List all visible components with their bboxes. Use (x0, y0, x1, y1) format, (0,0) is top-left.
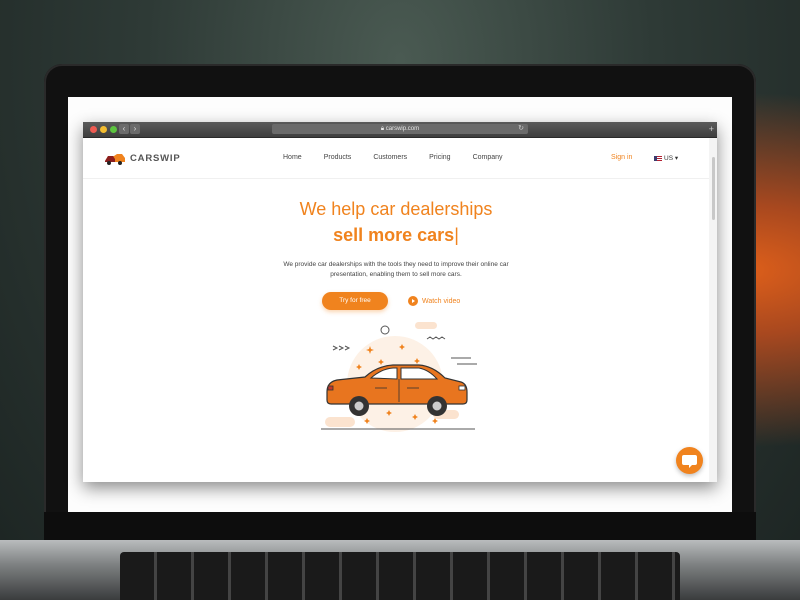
nav-company[interactable]: Company (473, 154, 503, 161)
hero-headline-line1: We help car dealerships (299, 199, 493, 219)
locale-label: US (664, 155, 674, 162)
chevron-right-icon[interactable]: › (130, 124, 140, 134)
chevron-left-icon[interactable]: ‹ (119, 124, 129, 134)
play-icon (408, 296, 418, 306)
nav-products[interactable]: Products (324, 154, 352, 161)
sign-in-link[interactable]: Sign in (611, 154, 632, 161)
typing-cursor: | (454, 225, 459, 245)
hero-headline-emphasis: sell more cars (333, 225, 455, 245)
locale-selector[interactable]: US ▾ (654, 154, 678, 162)
nav-customers[interactable]: Customers (373, 154, 407, 161)
watch-video-label: Watch video (422, 297, 461, 305)
browser-titlebar: ‹ › 🔒︎ carswip.com ↻ + (83, 122, 717, 138)
address-bar[interactable]: 🔒︎ carswip.com ↻ (272, 124, 528, 134)
browser-window: ‹ › 🔒︎ carswip.com ↻ + CARSWIP Home Prod… (83, 122, 717, 482)
url-text: carswip.com (385, 126, 420, 132)
chat-bubble-icon (682, 455, 697, 468)
scrollbar-thumb[interactable] (712, 157, 715, 220)
car-illustration (321, 322, 477, 432)
us-flag-icon (654, 155, 662, 161)
chat-button[interactable] (676, 447, 703, 474)
hero-description: We provide car dealerships with the tool… (283, 261, 509, 278)
main-nav: Home Products Customers Pricing Company (283, 154, 525, 161)
brand-name[interactable]: CARSWIP (130, 153, 180, 164)
scrollbar-track[interactable] (709, 138, 717, 482)
reload-icon[interactable]: ↻ (518, 124, 524, 134)
site-header: CARSWIP Home Products Customers Pricing … (83, 138, 709, 179)
maximize-window-button[interactable] (110, 126, 117, 133)
try-for-free-button[interactable]: Try for free (322, 292, 388, 310)
nav-pricing[interactable]: Pricing (429, 154, 450, 161)
new-tab-button[interactable]: + (709, 124, 714, 134)
lock-icon: 🔒︎ (380, 126, 385, 132)
nav-home[interactable]: Home (283, 154, 302, 161)
watch-video-link[interactable]: Watch video (408, 296, 460, 306)
hero-section: We help car dealerships sell more cars| … (83, 198, 709, 280)
caret-down-icon: ▾ (674, 155, 679, 162)
close-window-button[interactable] (90, 126, 97, 133)
cta-row: Try for free Watch video (322, 292, 522, 312)
hero-headline-line2: sell more cars| (83, 220, 709, 250)
laptop-bezel-bottom (44, 512, 756, 542)
laptop-keyboard (120, 552, 680, 600)
minimize-window-button[interactable] (100, 126, 107, 133)
carswip-logo-icon[interactable] (104, 152, 126, 166)
